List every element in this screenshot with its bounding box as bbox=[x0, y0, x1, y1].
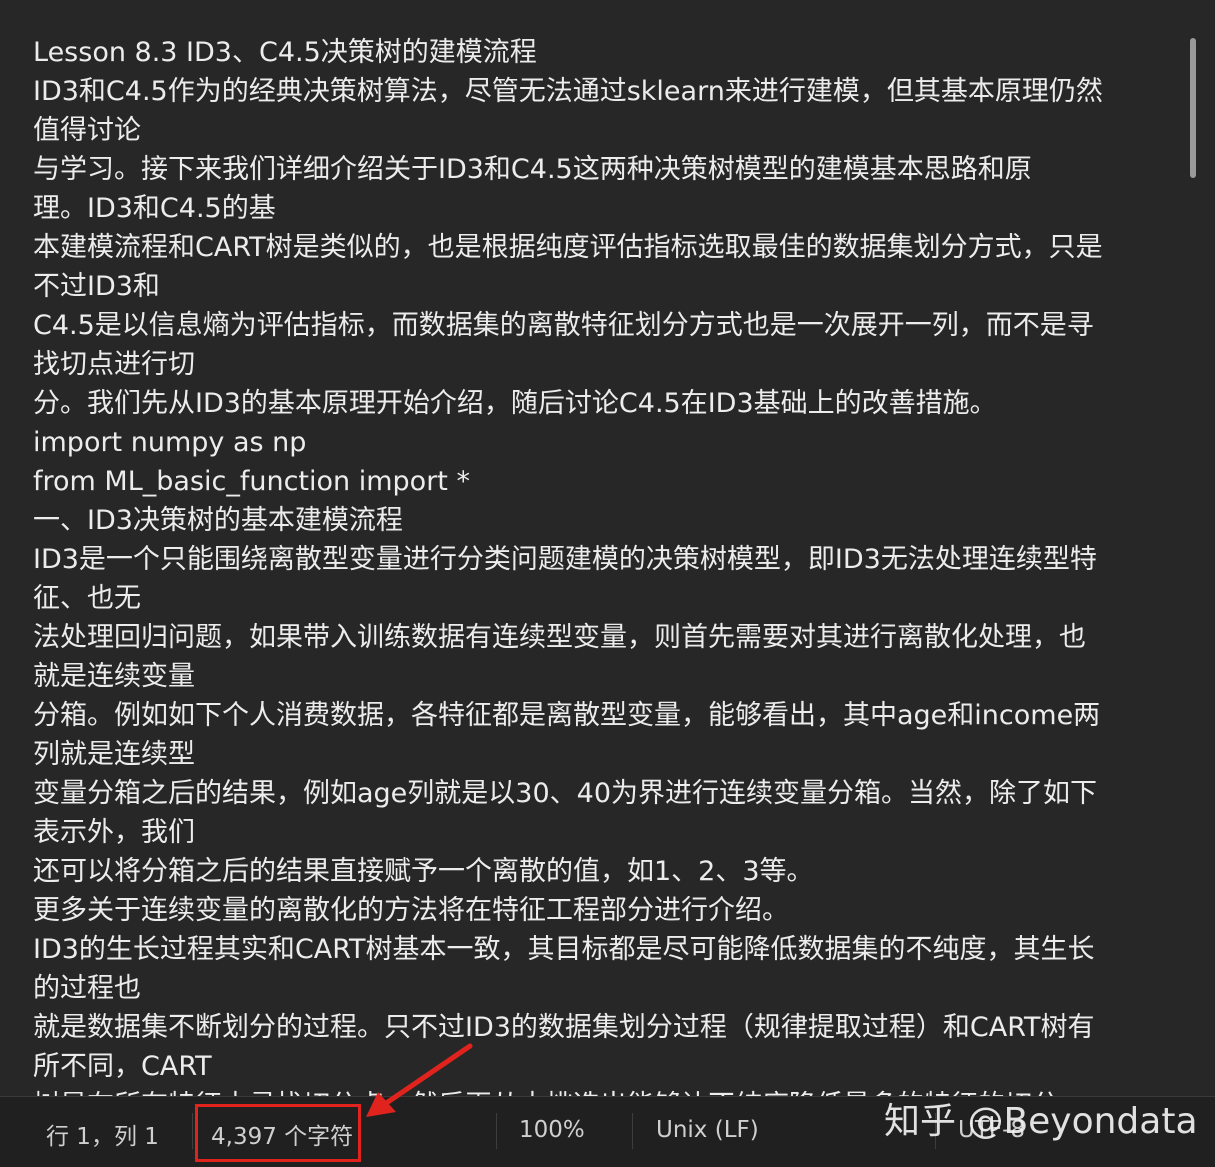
text-line: 就是连续变量 bbox=[33, 661, 195, 692]
text-line: 与学习。接下来我们详细介绍关于ID3和C4.5这两种决策树模型的建模基本思路和原 bbox=[33, 154, 1032, 185]
status-separator bbox=[192, 1113, 193, 1149]
text-line: ID3的生长过程其实和CART树基本一致，其目标都是尽可能降低数据集的不纯度，其… bbox=[33, 934, 1095, 965]
text-line: 分。我们先从ID3的基本原理开始介绍，随后讨论C4.5在ID3基础上的改善措施。 bbox=[33, 388, 997, 419]
text-line: 更多关于连续变量的离散化的方法将在特征工程部分进行介绍。 bbox=[33, 895, 789, 926]
text-line: import numpy as np bbox=[33, 427, 307, 458]
text-line: Lesson 8.3 ID3、C4.5决策树的建模流程 bbox=[33, 37, 537, 68]
zoom-level[interactable]: 100% bbox=[519, 1117, 585, 1143]
zhihu-watermark: 知乎 @Beyondata bbox=[884, 1101, 1198, 1142]
text-line: 列就是连续型 bbox=[33, 739, 195, 770]
text-line: C4.5是以信息熵为评估指标，而数据集的离散特征划分方式也是一次展开一列，而不是… bbox=[33, 310, 1094, 341]
text-line: 的过程也 bbox=[33, 973, 141, 1004]
cursor-position[interactable]: 行 1，列 1 bbox=[46, 1117, 159, 1151]
text-line: from ML_basic_function import * bbox=[33, 466, 470, 497]
text-line: 理。ID3和C4.5的基 bbox=[33, 193, 276, 224]
red-arrow-icon bbox=[366, 1043, 473, 1117]
text-line: 还可以将分箱之后的结果直接赋予一个离散的值，如1、2、3等。 bbox=[33, 856, 814, 887]
text-editor-area[interactable]: Lesson 8.3 ID3、C4.5决策树的建模流程 ID3和C4.5作为的经典… bbox=[0, 0, 1200, 1096]
status-separator bbox=[496, 1113, 497, 1149]
text-line: 分箱。例如如下个人消费数据，各特征都是离散型变量，能够看出，其中age和inco… bbox=[33, 700, 1101, 731]
vertical-scrollbar[interactable] bbox=[1185, 0, 1200, 1096]
text-line: ID3和C4.5作为的经典决策树算法，尽管无法通过sklearn来进行建模，但其… bbox=[33, 76, 1103, 107]
text-line: ID3是一个只能围绕离散型变量进行分类问题建模的决策树模型，即ID3无法处理连续… bbox=[33, 544, 1097, 575]
text-line: 一、ID3决策树的基本建模流程 bbox=[33, 505, 403, 536]
document-text[interactable]: Lesson 8.3 ID3、C4.5决策树的建模流程 ID3和C4.5作为的经典… bbox=[33, 33, 1193, 1096]
highlight-box bbox=[195, 1104, 361, 1162]
text-line: 所不同，CART bbox=[33, 1051, 212, 1082]
text-line: 法处理回归问题，如果带入训练数据有连续型变量，则首先需要对其进行离散化处理，也 bbox=[33, 622, 1086, 653]
text-line: 值得讨论 bbox=[33, 115, 141, 146]
text-line: 表示外，我们 bbox=[33, 817, 195, 848]
text-line: 本建模流程和CART树是类似的，也是根据纯度评估指标选取最佳的数据集划分方式，只… bbox=[33, 232, 1103, 263]
status-separator bbox=[632, 1113, 633, 1149]
text-line: 变量分箱之后的结果，例如age列就是以30、40为界进行连续变量分箱。当然，除了… bbox=[33, 778, 1098, 809]
text-line: 征、也无 bbox=[33, 583, 141, 614]
line-ending[interactable]: Unix (LF) bbox=[656, 1117, 759, 1143]
text-line: 找切点进行切 bbox=[33, 349, 195, 380]
scrollbar-thumb[interactable] bbox=[1190, 38, 1196, 178]
text-line: 就是数据集不断划分的过程。只不过ID3的数据集划分过程（规律提取过程）和CART… bbox=[33, 1012, 1095, 1043]
text-line: 不过ID3和 bbox=[33, 271, 160, 302]
